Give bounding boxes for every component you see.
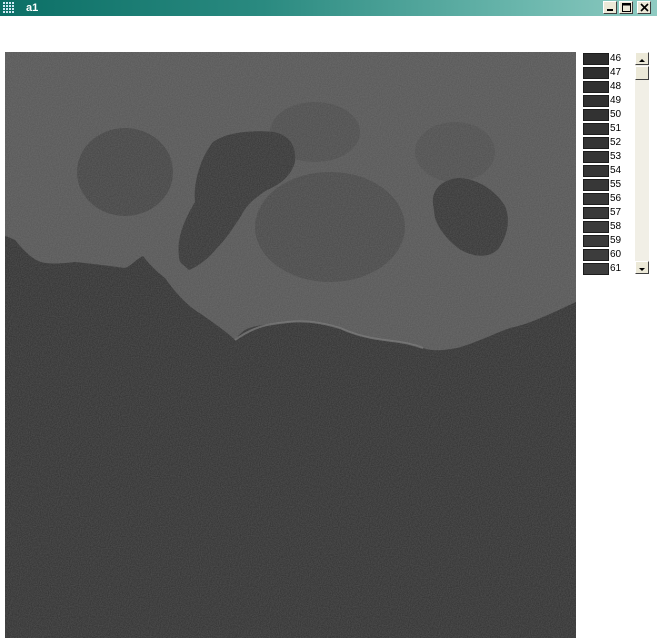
legend-label: 58 bbox=[610, 221, 622, 232]
legend-label: 60 bbox=[610, 249, 622, 260]
legend-label: 55 bbox=[610, 179, 622, 190]
legend-item: 46 bbox=[582, 52, 632, 66]
maximize-button[interactable] bbox=[619, 1, 633, 14]
legend-swatch bbox=[583, 193, 609, 205]
legend-swatch bbox=[583, 249, 609, 261]
grid-icon[interactable] bbox=[3, 2, 16, 14]
legend-swatch bbox=[583, 207, 609, 219]
maximize-icon bbox=[621, 3, 631, 12]
legend-item: 56 bbox=[582, 192, 632, 206]
legend-item: 58 bbox=[582, 220, 632, 234]
legend: 46 47 48 49 50 51 52 53 54 55 56 57 58 5… bbox=[582, 52, 632, 276]
close-button[interactable] bbox=[637, 1, 651, 14]
legend-swatch bbox=[583, 221, 609, 233]
legend-item: 55 bbox=[582, 178, 632, 192]
legend-item: 57 bbox=[582, 206, 632, 220]
scroll-thumb[interactable] bbox=[635, 66, 649, 80]
legend-swatch bbox=[583, 179, 609, 191]
legend-label: 59 bbox=[610, 235, 622, 246]
legend-scrollbar[interactable] bbox=[635, 52, 649, 274]
legend-item: 47 bbox=[582, 66, 632, 80]
minimize-button[interactable] bbox=[603, 1, 617, 14]
legend-item: 52 bbox=[582, 136, 632, 150]
scroll-up-button[interactable] bbox=[635, 52, 649, 65]
legend-item: 50 bbox=[582, 108, 632, 122]
window-title: a1 bbox=[26, 2, 39, 14]
legend-label: 48 bbox=[610, 81, 622, 92]
legend-swatch bbox=[583, 109, 609, 121]
legend-swatch bbox=[583, 165, 609, 177]
legend-label: 51 bbox=[610, 123, 622, 134]
legend-swatch bbox=[583, 235, 609, 247]
legend-item: 54 bbox=[582, 164, 632, 178]
legend-label: 50 bbox=[610, 109, 622, 120]
minimize-icon bbox=[607, 9, 613, 11]
close-icon bbox=[639, 3, 649, 12]
legend-label: 56 bbox=[610, 193, 622, 204]
title-bar[interactable]: a1 bbox=[0, 0, 657, 16]
legend-label: 52 bbox=[610, 137, 622, 148]
legend-label: 61 bbox=[610, 263, 622, 274]
arrow-down-icon bbox=[639, 268, 645, 271]
satellite-image[interactable] bbox=[5, 52, 576, 638]
legend-swatch bbox=[583, 123, 609, 135]
legend-label: 47 bbox=[610, 67, 622, 78]
legend-label: 54 bbox=[610, 165, 622, 176]
scroll-down-button[interactable] bbox=[635, 261, 649, 274]
legend-swatch bbox=[583, 53, 609, 65]
legend-item: 48 bbox=[582, 80, 632, 94]
legend-item: 51 bbox=[582, 122, 632, 136]
legend-label: 49 bbox=[610, 95, 622, 106]
legend-label: 57 bbox=[610, 207, 622, 218]
legend-item: 49 bbox=[582, 94, 632, 108]
satellite-image-canvas bbox=[5, 52, 576, 638]
legend-label: 53 bbox=[610, 151, 622, 162]
legend-item: 59 bbox=[582, 234, 632, 248]
legend-item: 61 bbox=[582, 262, 632, 276]
legend-swatch bbox=[583, 67, 609, 79]
legend-swatch bbox=[583, 95, 609, 107]
legend-swatch bbox=[583, 263, 609, 275]
arrow-up-icon bbox=[639, 59, 645, 62]
legend-item: 53 bbox=[582, 150, 632, 164]
legend-item: 60 bbox=[582, 248, 632, 262]
legend-label: 46 bbox=[610, 53, 622, 64]
legend-swatch bbox=[583, 151, 609, 163]
legend-swatch bbox=[583, 81, 609, 93]
legend-swatch bbox=[583, 137, 609, 149]
